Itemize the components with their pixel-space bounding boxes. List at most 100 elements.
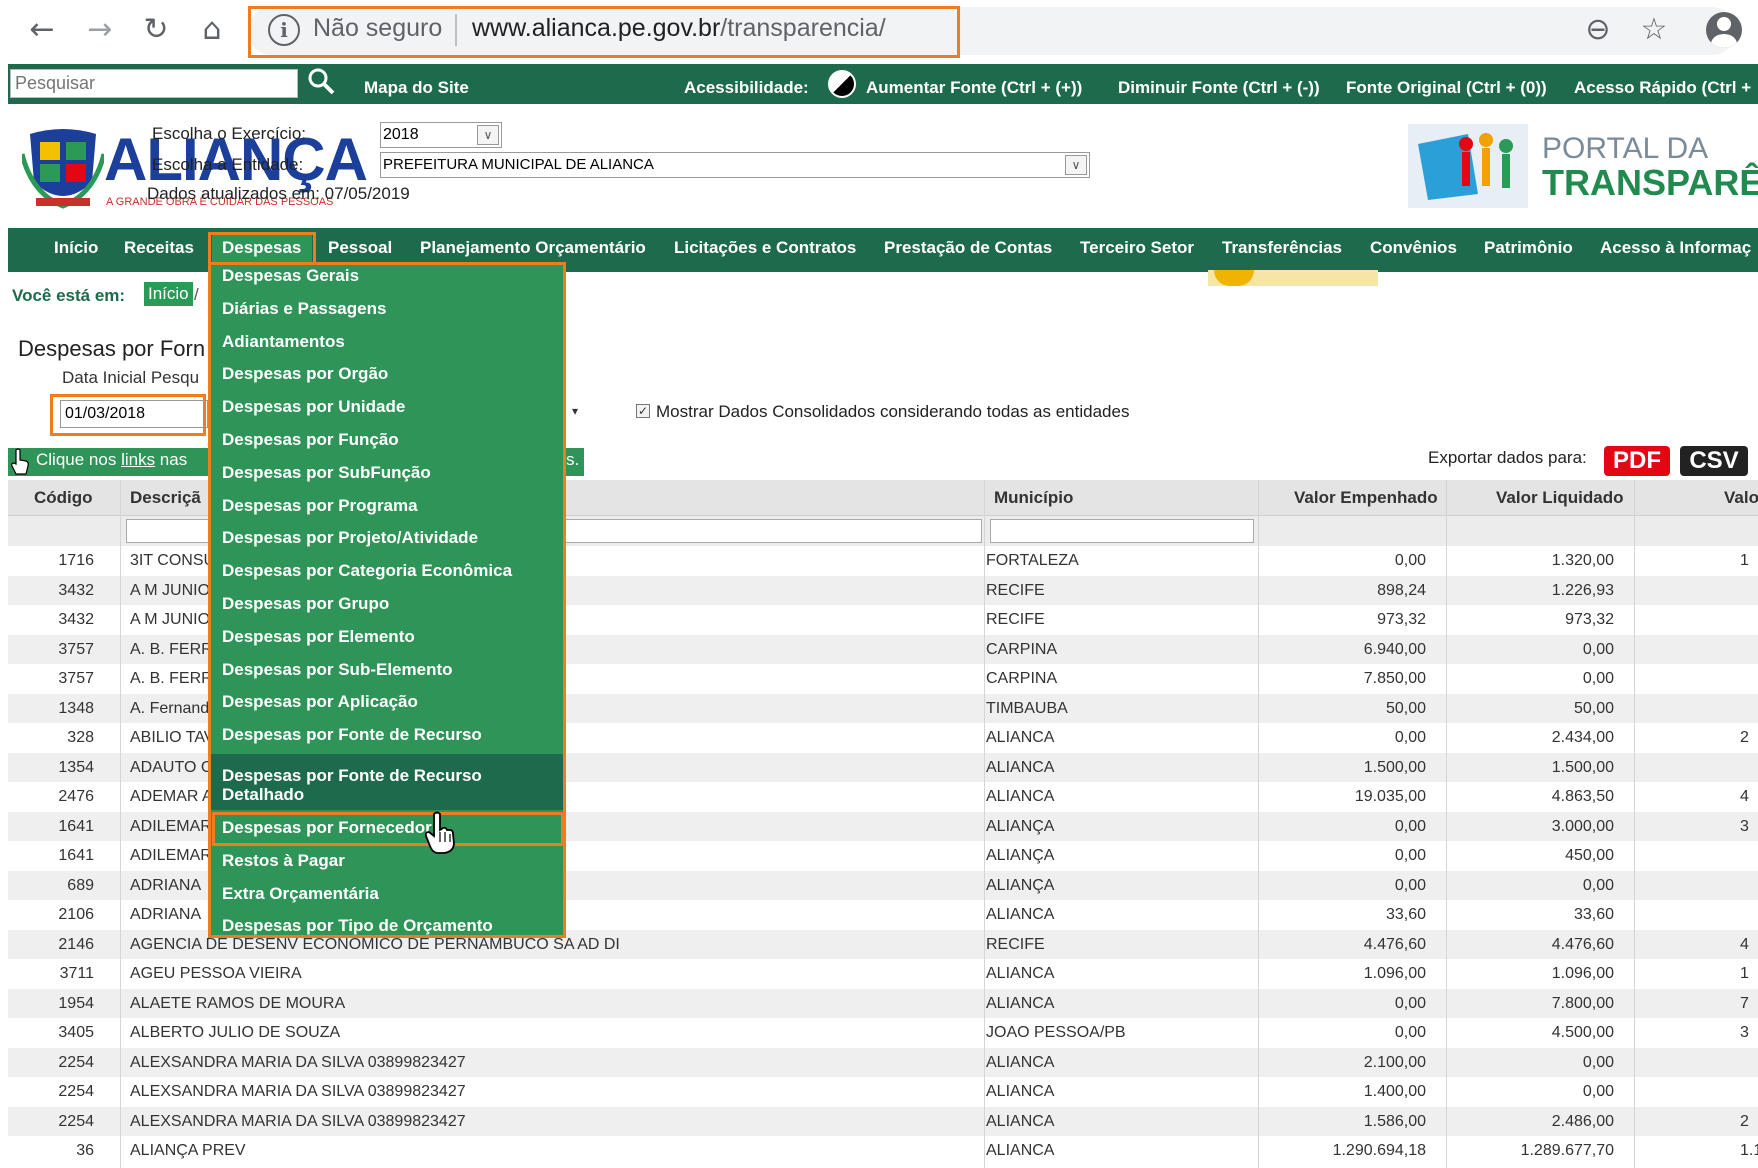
- sitemap-link[interactable]: Mapa do Site: [364, 78, 469, 98]
- contrast-icon[interactable]: [828, 70, 856, 98]
- col-valor-pago[interactable]: Valo: [1724, 488, 1758, 508]
- increase-font-link[interactable]: Aumentar Fonte (Ctrl + (+)): [866, 78, 1082, 98]
- cell-descricao[interactable]: A. Fernand: [130, 700, 209, 718]
- cell-descricao[interactable]: ADRIANA: [130, 877, 201, 895]
- menu-item[interactable]: Despesas por Função: [222, 430, 399, 450]
- nav-acesso-informacao[interactable]: Acesso à Informaç: [1600, 238, 1751, 258]
- menu-item[interactable]: Extra Orçamentária: [222, 884, 379, 904]
- col-descricao[interactable]: Descriçã: [130, 488, 201, 508]
- menu-item[interactable]: Despesas por Sub-Elemento: [222, 660, 453, 680]
- cell-valor-liquidado: 1.320,00: [1551, 552, 1614, 569]
- cell-descricao[interactable]: A M JUNIO: [130, 582, 210, 600]
- menu-item[interactable]: Despesas por Unidade: [222, 397, 405, 417]
- table-row[interactable]: 3711 AGEU PESSOA VIEIRA ALIANCA 1.096,00 1.0…: [8, 959, 1758, 989]
- menu-item[interactable]: Adiantamentos: [222, 332, 345, 352]
- decrease-font-link[interactable]: Diminuir Fonte (Ctrl + (-)): [1118, 78, 1320, 98]
- menu-item[interactable]: Despesas por Tipo de Orçamento: [222, 916, 493, 936]
- partner-logo: [1208, 270, 1378, 286]
- cell-descricao[interactable]: ALBERTO JULIO DE SOUZA: [130, 1024, 340, 1042]
- nav-terceiro-setor[interactable]: Terceiro Setor: [1080, 238, 1194, 258]
- consolidated-checkbox[interactable]: ✓: [636, 404, 650, 418]
- table-row[interactable]: 2254 ALEXSANDRA MARIA DA SILVA 0389982342…: [8, 1047, 1758, 1077]
- cell-descricao[interactable]: AGEU PESSOA VIEIRA: [130, 965, 302, 983]
- menu-item[interactable]: Restos à Pagar: [222, 851, 345, 871]
- export-csv-button[interactable]: CSV: [1680, 446, 1748, 476]
- original-font-link[interactable]: Fonte Original (Ctrl + (0)): [1346, 78, 1547, 98]
- cell-municipio: FORTALEZA: [986, 552, 1079, 569]
- menu-fonte-recurso-detalhado-line2[interactable]: Detalhado: [222, 785, 304, 805]
- nav-licitacoes[interactable]: Licitações e Contratos: [674, 238, 856, 258]
- cell-valor-empenhado: 1.400,00: [1363, 1083, 1426, 1100]
- nav-patrimonio[interactable]: Patrimônio: [1484, 238, 1573, 258]
- menu-item[interactable]: Despesas por SubFunção: [222, 463, 431, 483]
- cell-descricao[interactable]: A. B. FERR: [130, 670, 213, 688]
- cell-descricao[interactable]: ADEMAR A: [130, 788, 213, 806]
- nav-inicio[interactable]: Início: [54, 238, 98, 258]
- menu-item[interactable]: Despesas por Orgão: [222, 364, 388, 384]
- municipal-crest-logo[interactable]: [22, 124, 104, 210]
- hint-link[interactable]: links: [121, 450, 155, 469]
- col-codigo[interactable]: Código: [34, 488, 93, 508]
- profile-avatar-icon[interactable]: [1706, 12, 1742, 48]
- cell-descricao[interactable]: ALAETE RAMOS DE MOURA: [130, 995, 345, 1013]
- cell-descricao[interactable]: A. B. FERR: [130, 641, 213, 659]
- transparency-portal-logo[interactable]: [1408, 124, 1528, 208]
- nav-planejamento[interactable]: Planejamento Orçamentário: [420, 238, 646, 258]
- cell-descricao[interactable]: ABILIO TAV: [130, 729, 214, 747]
- table-row[interactable]: 2254 ALEXSANDRA MARIA DA SILVA 0389982342…: [8, 1106, 1758, 1136]
- menu-item[interactable]: Despesas por Grupo: [222, 594, 389, 614]
- search-icon[interactable]: [306, 66, 336, 96]
- menu-item[interactable]: Diárias e Passagens: [222, 299, 386, 319]
- cell-municipio: ALIANCA: [986, 1112, 1055, 1130]
- menu-item[interactable]: Despesas por Projeto/Atividade: [222, 528, 478, 548]
- quick-access-link[interactable]: Acesso Rápido (Ctrl +: [1574, 78, 1751, 98]
- export-pdf-button[interactable]: PDF: [1604, 446, 1670, 476]
- cell-descricao[interactable]: ALEXSANDRA MARIA DA SILVA 03899823427: [130, 1054, 466, 1072]
- zoom-icon[interactable]: ⊖: [1580, 12, 1616, 48]
- menu-item[interactable]: Despesas Gerais: [222, 266, 359, 286]
- nav-prestacao-contas[interactable]: Prestação de Contas: [884, 238, 1052, 258]
- cell-descricao[interactable]: 3IT CONSU: [130, 552, 215, 570]
- breadcrumb-home-link[interactable]: Início: [144, 282, 193, 306]
- cell-valor-empenhado: 973,32: [1377, 611, 1426, 628]
- cell-valor-empenhado: 4.476,60: [1363, 935, 1426, 953]
- dropdown-arrow-icon[interactable]: ▾: [572, 404, 578, 418]
- cell-descricao[interactable]: ALEXSANDRA MARIA DA SILVA 03899823427: [130, 1083, 466, 1101]
- menu-fonte-recurso-detalhado-line1[interactable]: Despesas por Fonte de Recurso: [222, 766, 482, 786]
- menu-item[interactable]: Despesas por Fonte de Recurso: [222, 725, 482, 745]
- site-search-input[interactable]: [10, 69, 298, 98]
- cell-descricao[interactable]: A M JUNIO: [130, 611, 210, 629]
- menu-item[interactable]: Despesas por Categoria Econômica: [222, 561, 512, 581]
- col-valor-liquidado[interactable]: Valor Liquidado: [1496, 488, 1624, 508]
- table-row[interactable]: 3405 ALBERTO JULIO DE SOUZA JOAO PESSOA/PB…: [8, 1018, 1758, 1048]
- nav-receitas[interactable]: Receitas: [124, 238, 194, 258]
- table-row[interactable]: 2254 ALEXSANDRA MARIA DA SILVA 0389982342…: [8, 1077, 1758, 1107]
- municipality-filter-input[interactable]: [990, 519, 1254, 543]
- menu-item[interactable]: Despesas por Programa: [222, 496, 418, 516]
- menu-item[interactable]: Despesas por Aplicação: [222, 692, 418, 712]
- col-municipio[interactable]: Município: [994, 488, 1073, 508]
- reload-icon[interactable]: ↻: [136, 10, 176, 50]
- cell-descricao[interactable]: ADRIANA: [130, 906, 201, 924]
- nav-transferencias[interactable]: Transferências: [1222, 238, 1342, 258]
- forward-arrow-icon[interactable]: →: [80, 10, 120, 50]
- menu-item[interactable]: Despesas por Elemento: [222, 627, 415, 647]
- cell-descricao[interactable]: ALEXSANDRA MARIA DA SILVA 03899823427: [130, 1113, 466, 1131]
- home-icon[interactable]: ⌂: [192, 10, 232, 50]
- nav-pessoal[interactable]: Pessoal: [328, 238, 392, 258]
- cell-descricao[interactable]: AGENCIA DE DESENV ECONOMICO DE PERNAMBUC…: [130, 936, 620, 954]
- cell-descricao[interactable]: ALIANÇA PREV: [130, 1142, 246, 1160]
- table-row[interactable]: 1954 ALAETE RAMOS DE MOURA ALIANCA 0,00 7.80…: [8, 988, 1758, 1018]
- nav-convenios[interactable]: Convênios: [1370, 238, 1457, 258]
- bookmark-star-icon[interactable]: ☆: [1636, 12, 1672, 48]
- exercise-select[interactable]: 2018 ∨: [380, 122, 502, 148]
- col-valor-empenhado[interactable]: Valor Empenhado: [1294, 488, 1438, 508]
- table-row[interactable]: 36 ALIANÇA PREV ALIANCA 1.290.694,18 1.289.6…: [8, 1136, 1758, 1166]
- chevron-down-icon[interactable]: ∨: [477, 125, 499, 145]
- chevron-down-icon[interactable]: ∨: [1065, 155, 1087, 175]
- cell-descricao[interactable]: ADILEMAR: [130, 847, 212, 865]
- entity-select[interactable]: PREFEITURA MUNICIPAL DE ALIANCA ∨: [380, 152, 1090, 178]
- cell-descricao[interactable]: ADAUTO C: [130, 759, 212, 777]
- cell-descricao[interactable]: ADILEMAR: [130, 818, 212, 836]
- back-arrow-icon[interactable]: ←: [22, 10, 62, 50]
